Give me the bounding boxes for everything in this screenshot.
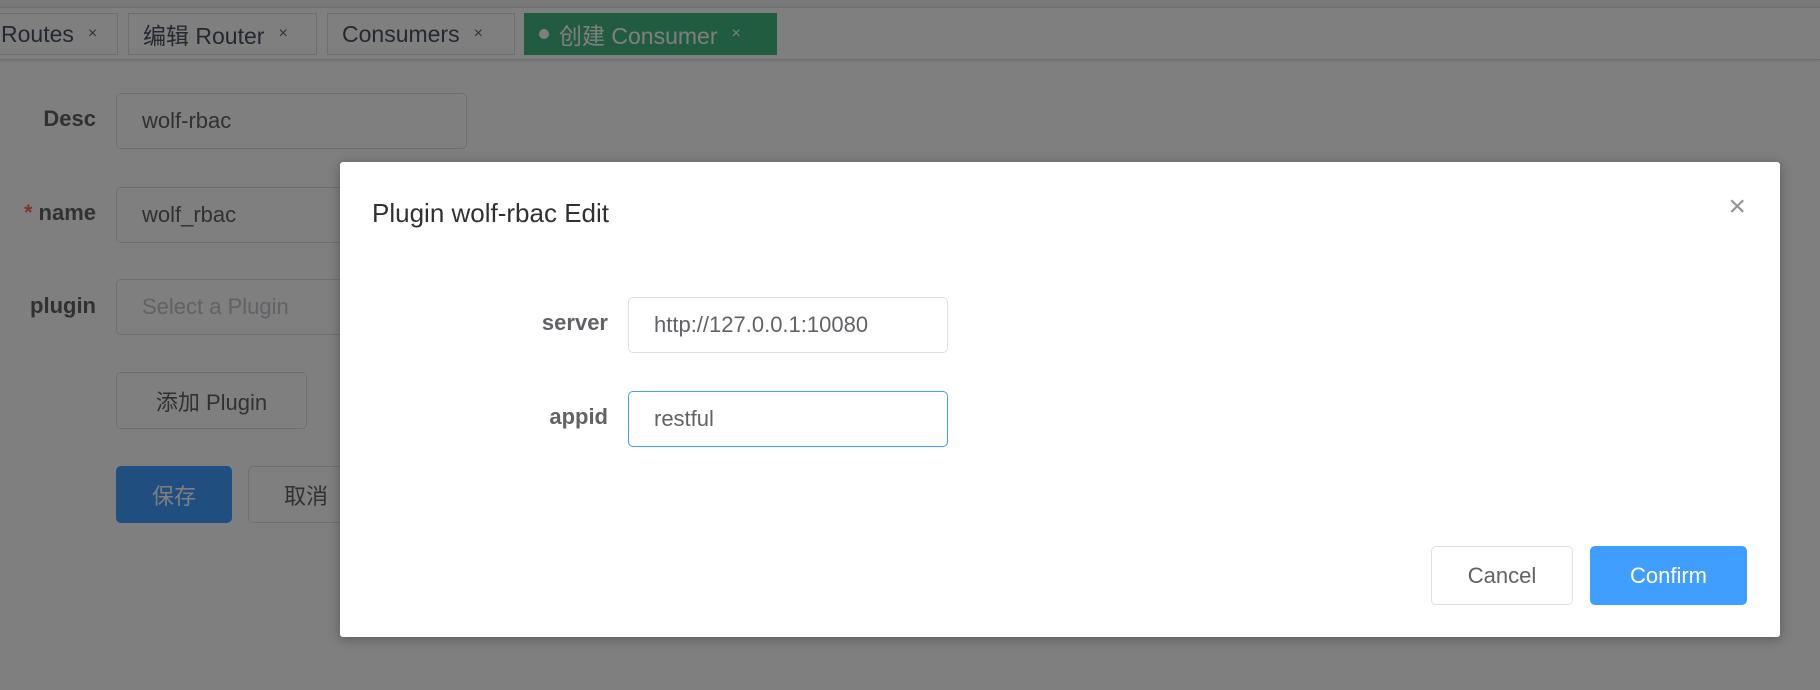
dialog-title: Plugin wolf-rbac Edit: [372, 198, 609, 228]
server-input[interactable]: http://127.0.0.1:10080: [628, 297, 948, 353]
close-icon[interactable]: ×: [1728, 192, 1746, 222]
plugin-edit-dialog: Plugin wolf-rbac Edit × server http://12…: [340, 162, 1780, 637]
cancel-button[interactable]: Cancel: [1431, 546, 1573, 605]
appid-label: appid: [549, 404, 608, 429]
confirm-button[interactable]: Confirm: [1590, 546, 1747, 605]
appid-input[interactable]: restful: [628, 391, 948, 447]
server-label: server: [541, 310, 608, 335]
